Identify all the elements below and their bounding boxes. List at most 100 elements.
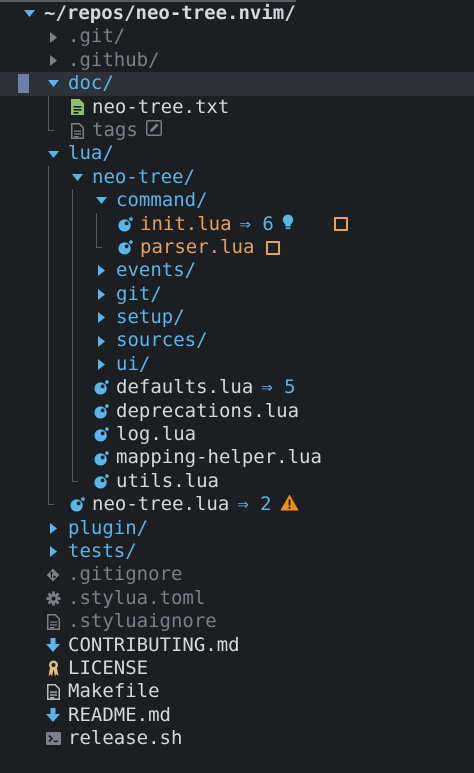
folder-name[interactable]: neo-tree/	[92, 166, 195, 189]
chevron-down-icon[interactable]	[44, 72, 62, 95]
folder-name[interactable]: ui/	[116, 353, 150, 376]
file-name[interactable]: defaults.lua ⇒ 5	[116, 376, 296, 399]
folder-name[interactable]: setup/	[116, 306, 185, 329]
folder-name[interactable]: tests/	[68, 540, 137, 563]
indent-guide	[48, 329, 49, 353]
file-row-tags[interactable]: tags	[0, 118, 474, 142]
file-name[interactable]: utils.lua	[116, 470, 219, 493]
modified-square-icon	[332, 213, 350, 236]
folder-row-doc[interactable]: doc/	[0, 72, 474, 96]
file-name[interactable]: neo-tree.txt	[92, 96, 229, 119]
indent-guide	[72, 399, 73, 424]
indent-guide	[48, 423, 49, 447]
file-name[interactable]: .stylua.toml	[68, 587, 205, 610]
file-name[interactable]: log.lua	[116, 423, 196, 446]
chevron-down-icon[interactable]	[68, 166, 86, 189]
folder-name[interactable]: events/	[116, 259, 196, 282]
indent-guide-end	[72, 469, 78, 482]
chevron-right-icon[interactable]	[92, 259, 110, 282]
file-row-utils-lua[interactable]: utils.lua	[0, 469, 474, 494]
folder-row-github[interactable]: .github/	[0, 49, 474, 72]
file-row-log-lua[interactable]: log.lua	[0, 423, 474, 447]
file-row-neo-tree-lua[interactable]: neo-tree.lua ⇒ 2	[0, 493, 474, 516]
indent-guide	[72, 235, 73, 260]
folder-name[interactable]: sources/	[116, 329, 208, 352]
chevron-right-icon[interactable]	[44, 540, 62, 563]
folder-name[interactable]: lua/	[68, 142, 114, 165]
file-name[interactable]: release.sh	[68, 727, 182, 750]
chevron-down-icon[interactable]	[20, 2, 38, 25]
folder-row-git-dir[interactable]: git/	[0, 282, 474, 307]
folder-row-lua[interactable]: lua/	[0, 142, 474, 165]
chevron-right-icon[interactable]	[44, 517, 62, 540]
indent-guide	[72, 423, 73, 447]
file-name[interactable]: parser.lua	[140, 236, 254, 259]
folder-row-plugin[interactable]: plugin/	[0, 517, 474, 540]
folder-name[interactable]: ~/repos/neo-tree.nvim/	[44, 2, 296, 25]
indent-guide	[48, 446, 49, 470]
file-row-gitignore[interactable]: .gitignore	[0, 563, 474, 586]
indent-guide	[72, 329, 73, 353]
file-name[interactable]: neo-tree.lua ⇒ 2	[92, 493, 299, 516]
file-name[interactable]: README.md	[68, 704, 171, 727]
folder-row-neo-tree-dir[interactable]: neo-tree/	[0, 165, 474, 190]
file-row-release-sh[interactable]: release.sh	[0, 727, 474, 750]
folder-row-tests[interactable]: tests/	[0, 540, 474, 563]
file-name[interactable]: init.lua ⇒ 6	[140, 213, 294, 236]
file-row-init-lua[interactable]: init.lua ⇒ 6	[0, 212, 474, 236]
file-tree[interactable]: ~/repos/neo-tree.nvim/.git/.github/doc/n…	[0, 2, 474, 751]
lightbulb-icon	[282, 214, 294, 230]
file-name[interactable]: mapping-helper.lua	[116, 446, 322, 469]
warning-icon	[279, 494, 299, 511]
chevron-down-icon[interactable]	[44, 142, 62, 165]
lua-icon	[116, 236, 134, 259]
folder-row-events[interactable]: events/	[0, 259, 474, 283]
file-name[interactable]: CONTRIBUTING.md	[68, 634, 240, 657]
folder-row-root[interactable]: ~/repos/neo-tree.nvim/	[0, 2, 474, 25]
folder-row-sources[interactable]: sources/	[0, 329, 474, 353]
folder-name[interactable]: .git/	[68, 25, 125, 48]
makefile-icon	[44, 680, 62, 703]
lua-icon	[92, 446, 110, 469]
folder-row-setup[interactable]: setup/	[0, 306, 474, 330]
folder-row-command[interactable]: command/	[0, 189, 474, 213]
folder-name[interactable]: doc/	[68, 72, 114, 95]
file-row-contributing[interactable]: CONTRIBUTING.md	[0, 634, 474, 657]
indent-guide	[48, 189, 49, 213]
chevron-down-icon[interactable]	[92, 189, 110, 212]
chevron-right-icon[interactable]	[92, 306, 110, 329]
indent-guide	[48, 95, 49, 119]
indent-guide	[48, 282, 49, 307]
chevron-right-icon[interactable]	[92, 283, 110, 306]
markdown-icon	[44, 634, 62, 657]
folder-name[interactable]: plugin/	[68, 517, 148, 540]
file-row-deprecations-lua[interactable]: deprecations.lua	[0, 399, 474, 424]
file-row-license[interactable]: LICENSE	[0, 657, 474, 680]
indent-guide-end	[48, 493, 54, 506]
indent-guide	[48, 399, 49, 424]
chevron-right-icon[interactable]	[92, 353, 110, 376]
file-row-readme[interactable]: README.md	[0, 704, 474, 727]
folder-name[interactable]: git/	[116, 283, 162, 306]
file-row-styluaignore[interactable]: .styluaignore	[0, 610, 474, 633]
file-name[interactable]: deprecations.lua	[116, 400, 299, 423]
chevron-right-icon[interactable]	[44, 25, 62, 48]
folder-name[interactable]: command/	[116, 189, 208, 212]
folder-name[interactable]: .github/	[68, 49, 160, 72]
file-name[interactable]: LICENSE	[68, 657, 148, 680]
folder-row-ui[interactable]: ui/	[0, 352, 474, 377]
file-row-stylua-toml[interactable]: .stylua.toml	[0, 587, 474, 610]
file-name[interactable]: .styluaignore	[68, 610, 217, 633]
file-name[interactable]: Makefile	[68, 680, 160, 703]
file-name[interactable]: tags	[92, 119, 162, 142]
file-row-parser-lua[interactable]: parser.lua	[0, 235, 474, 260]
chevron-right-icon[interactable]	[92, 329, 110, 352]
chevron-right-icon[interactable]	[44, 49, 62, 72]
file-row-defaults-lua[interactable]: defaults.lua ⇒ 5	[0, 376, 474, 400]
file-row-makefile[interactable]: Makefile	[0, 680, 474, 703]
file-row-neo-tree-txt[interactable]: neo-tree.txt	[0, 95, 474, 119]
file-name[interactable]: .gitignore	[68, 563, 182, 586]
file-row-mapping-helper-lua[interactable]: mapping-helper.lua	[0, 446, 474, 470]
folder-row-git[interactable]: .git/	[0, 25, 474, 48]
indent-guide	[48, 306, 49, 330]
